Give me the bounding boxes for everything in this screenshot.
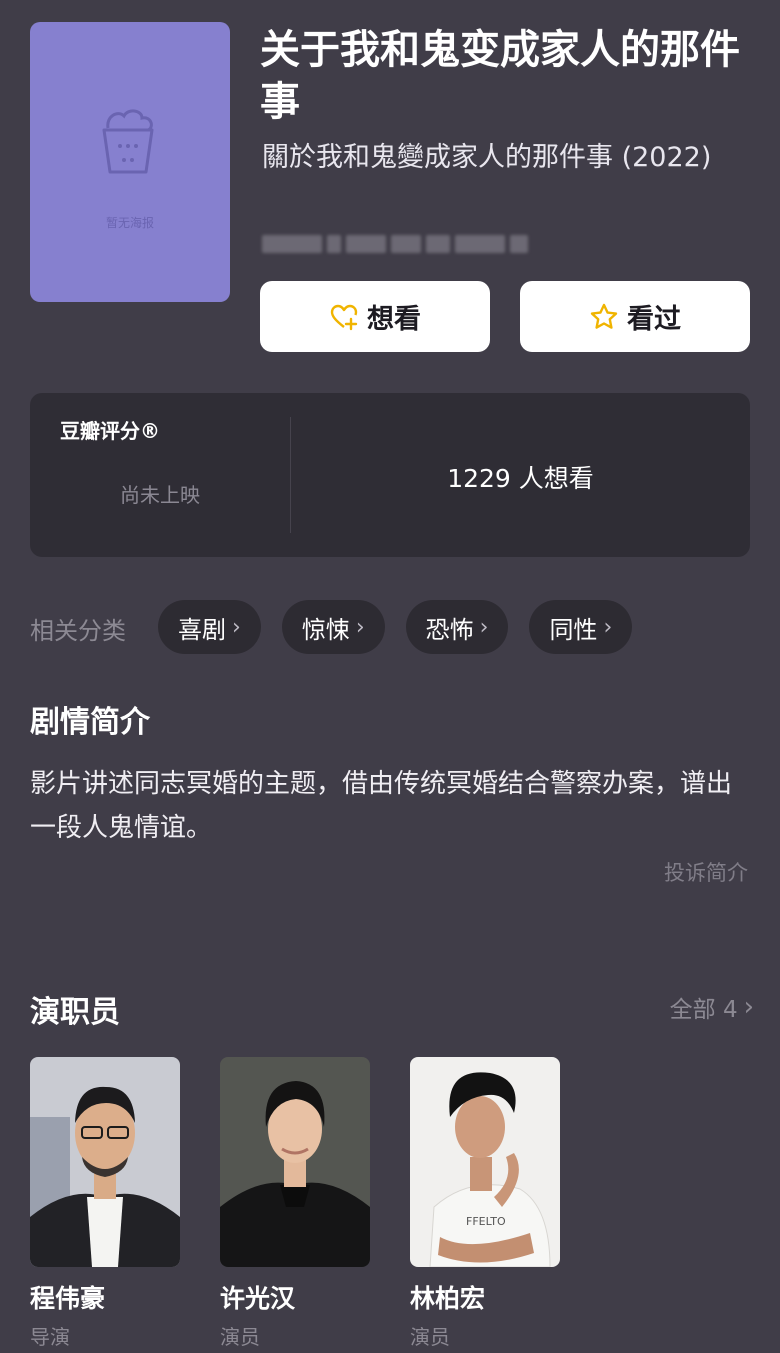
redacted-meta — [262, 232, 538, 256]
chevron-right-icon: › — [603, 614, 613, 640]
cast-card[interactable]: 程伟豪 导演 — [30, 1057, 180, 1350]
see-all-label: 全部 4 — [669, 997, 738, 1023]
tag-label: 喜剧 — [178, 615, 226, 644]
person-photo-icon — [30, 1057, 180, 1267]
tag-label: 恐怖 — [425, 615, 474, 644]
tag-horror[interactable]: 恐怖 › — [405, 600, 509, 654]
chevron-right-icon: › — [743, 992, 754, 1022]
cast-role: 演员 — [410, 1325, 450, 1349]
rating-card[interactable]: 豆瓣评分® 尚未上映 1229 人想看 — [30, 393, 750, 557]
star-icon — [590, 303, 618, 329]
category-tags: 喜剧 › 惊悚 › 恐怖 › 同性 › — [158, 600, 633, 654]
report-synopsis-link[interactable]: 投诉简介 — [664, 857, 748, 887]
person-photo-icon — [220, 1057, 370, 1267]
synopsis-heading: 剧情简介 — [30, 705, 150, 740]
rating-status: 尚未上映 — [120, 483, 200, 507]
synopsis-text[interactable]: 影片讲述同志冥婚的主题，借由传统冥婚结合警察办案，谱出一段人鬼情谊。 — [30, 762, 750, 850]
cast-name: 林柏宏 — [410, 1284, 486, 1313]
cast-role: 演员 — [220, 1325, 260, 1349]
cast-heading: 演职员 — [30, 995, 120, 1030]
person-photo-icon: FFELTO — [410, 1057, 560, 1267]
douban-rating-label: 豆瓣评分® — [60, 419, 160, 443]
movie-poster[interactable]: 暂无海报 — [30, 22, 230, 302]
poster-caption: 暂无海报 — [105, 216, 154, 230]
cast-role: 导演 — [30, 1325, 70, 1349]
original-title-text: 關於我和鬼變成家人的那件事 — [262, 142, 613, 173]
chevron-right-icon: › — [479, 614, 489, 640]
cast-name: 许光汉 — [220, 1284, 296, 1313]
watched-label: 看过 — [627, 304, 681, 335]
watched-button[interactable]: 看过 — [520, 281, 750, 352]
tag-thriller[interactable]: 惊悚 › — [281, 600, 385, 654]
tag-label: 惊悚 — [301, 615, 350, 644]
tag-comedy[interactable]: 喜剧 › — [158, 600, 261, 654]
release-year: (2022) — [621, 142, 712, 173]
cast-photo: FFELTO — [410, 1057, 560, 1267]
movie-title: 关于我和鬼变成家人的那件事 — [260, 27, 740, 125]
movie-original-title: 關於我和鬼變成家人的那件事 (2022) — [262, 140, 750, 176]
want-to-watch-label: 想看 — [367, 304, 421, 335]
see-all-cast-link[interactable]: 全部 4 › — [670, 990, 754, 1024]
want-to-watch-button[interactable]: 想看 — [260, 281, 490, 352]
chevron-right-icon: › — [232, 614, 241, 640]
chevron-right-icon: › — [355, 614, 365, 640]
svg-text:FFELTO: FFELTO — [466, 1215, 506, 1228]
tag-lgbt[interactable]: 同性 › — [529, 600, 633, 654]
heart-plus-icon — [330, 304, 358, 330]
cast-photo — [220, 1057, 370, 1267]
cast-card[interactable]: 许光汉 演员 — [220, 1057, 370, 1350]
cast-name: 程伟豪 — [30, 1284, 106, 1313]
cast-card[interactable]: FFELTO 林柏宏 演员 — [410, 1057, 560, 1350]
cast-photo — [30, 1057, 180, 1267]
want-count: 1229 人想看 — [447, 464, 594, 493]
popcorn-icon — [102, 109, 154, 174]
related-categories-label: 相关分类 — [30, 617, 126, 645]
tag-label: 同性 — [549, 615, 598, 644]
